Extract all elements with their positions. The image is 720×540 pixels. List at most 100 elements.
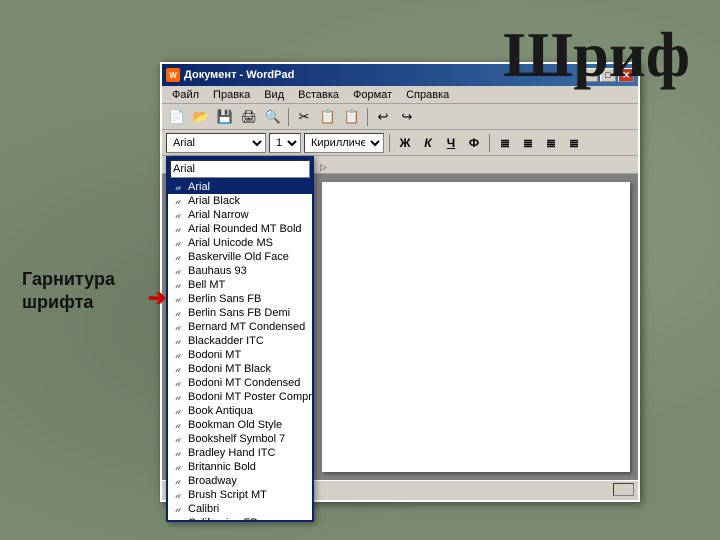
font-list[interactable]: 𝒶Arial𝒶Arial Black𝒶Arial Narrow𝒶Arial Ro… xyxy=(168,180,312,520)
font-list-item[interactable]: 𝒶 Bernard MT Condensed xyxy=(168,320,312,334)
open-button[interactable]: 📂 xyxy=(190,107,212,127)
font-name-label: Californian FB xyxy=(188,517,258,520)
page-title: Шриф xyxy=(503,18,690,92)
font-name-label: Bodoni MT Condensed xyxy=(188,377,300,389)
font-type-icon: 𝒶 xyxy=(172,181,184,193)
font-type-icon: 𝒶 xyxy=(172,503,184,515)
redo-button[interactable]: ↪ xyxy=(396,107,418,127)
font-type-icon: 𝒶 xyxy=(172,293,184,305)
format-separator xyxy=(389,134,390,152)
font-list-item[interactable]: 𝒶Arial xyxy=(168,180,312,194)
print-button[interactable]: 🖨 xyxy=(238,107,260,127)
font-list-item[interactable]: 𝒶Arial Rounded MT Bold xyxy=(168,222,312,236)
toolbar-separator-2 xyxy=(367,108,368,126)
font-name-label: Berlin Sans FB Demi xyxy=(188,307,290,319)
font-list-item[interactable]: 𝒶Bauhaus 93 xyxy=(168,264,312,278)
font-type-icon: 𝒶 xyxy=(172,489,184,501)
font-list-item[interactable]: 𝒶Book Antiqua xyxy=(168,404,312,418)
format-bar: Arial 10 Кириллический Ж К Ч Ф ≣ ≣ ≣ ≣ xyxy=(162,130,638,156)
align-left-button[interactable]: ≣ xyxy=(495,133,515,153)
font-list-item[interactable]: 𝒶 Calibri xyxy=(168,502,312,516)
font-list-item[interactable]: 𝒶 Blackadder ITC xyxy=(168,334,312,348)
font-list-item[interactable]: 𝒶Bookshelf Symbol 7 xyxy=(168,432,312,446)
undo-button[interactable]: ↩ xyxy=(372,107,394,127)
font-type-icon: 𝒶 xyxy=(172,363,184,375)
align-center-button[interactable]: ≣ xyxy=(518,133,538,153)
font-list-item[interactable]: 𝒶 Bodoni MT xyxy=(168,348,312,362)
font-name-label: Blackadder ITC xyxy=(188,335,264,347)
font-list-item[interactable]: 𝒶Bodoni MT Condensed xyxy=(168,376,312,390)
app-icon: W xyxy=(166,68,180,82)
new-button[interactable]: 📄 xyxy=(166,107,188,127)
font-select[interactable]: Arial xyxy=(166,133,266,153)
font-list-item[interactable]: 𝒶 Bodoni MT Black xyxy=(168,362,312,376)
align-right-button[interactable]: ≣ xyxy=(541,133,561,153)
font-list-item[interactable]: 𝒶Baskerville Old Face xyxy=(168,250,312,264)
font-type-icon: 𝒶 xyxy=(172,447,184,459)
menu-edit[interactable]: Правка xyxy=(207,88,256,102)
font-name-label: Brush Script MT xyxy=(188,489,267,501)
font-type-icon: 𝒶 xyxy=(172,251,184,263)
paste-button[interactable]: 📋 xyxy=(341,107,363,127)
font-type-icon: 𝒶 xyxy=(172,405,184,417)
font-list-item[interactable]: 𝒶 Arial Narrow xyxy=(168,208,312,222)
list-button[interactable]: ≣ xyxy=(564,133,584,153)
font-list-item[interactable]: 𝒶Britannic Bold xyxy=(168,460,312,474)
font-name-label: Bernard MT Condensed xyxy=(188,321,305,333)
font-type-icon: 𝒶 xyxy=(172,237,184,249)
menu-view[interactable]: Вид xyxy=(258,88,290,102)
main-area: ◁ 5 6 7 8 9 10 11 12 13 14 15 ▷ 𝒶Ar xyxy=(162,156,638,480)
font-type-icon: 𝒶 xyxy=(172,223,184,235)
font-list-item[interactable]: 𝒶Bell MT xyxy=(168,278,312,292)
encoding-select[interactable]: Кириллический xyxy=(304,133,384,153)
italic-button[interactable]: К xyxy=(418,133,438,153)
font-search-input[interactable] xyxy=(170,160,310,178)
cut-button[interactable]: ✂ xyxy=(293,107,315,127)
font-input-row xyxy=(168,158,312,180)
font-list-item[interactable]: 𝒶 Bradley Hand ITC xyxy=(168,446,312,460)
menu-file[interactable]: Файл xyxy=(166,88,205,102)
font-type-icon: 𝒶 xyxy=(172,517,184,520)
font-list-item[interactable]: 𝒶 Berlin Sans FB Demi xyxy=(168,306,312,320)
font-type-icon: 𝒶 xyxy=(172,349,184,361)
font-list-item[interactable]: 𝒶Bookman Old Style xyxy=(168,418,312,432)
font-list-item[interactable]: 𝒶 Californian FB xyxy=(168,516,312,520)
font-type-icon: 𝒶 xyxy=(172,475,184,487)
bold-button[interactable]: Ж xyxy=(395,133,415,153)
font-name-label: Bookshelf Symbol 7 xyxy=(188,433,285,445)
font-size-select[interactable]: 10 xyxy=(269,133,301,153)
status-panel-2 xyxy=(613,483,634,496)
font-list-item[interactable]: 𝒶Arial Unicode MS xyxy=(168,236,312,250)
menu-insert[interactable]: Вставка xyxy=(292,88,345,102)
font-type-icon: 𝒶 xyxy=(172,321,184,333)
document-page[interactable] xyxy=(322,182,630,472)
copy-button[interactable]: 📋 xyxy=(317,107,339,127)
font-type-icon: 𝒶 xyxy=(172,209,184,221)
font-list-item[interactable]: 𝒶Arial Black xyxy=(168,194,312,208)
menu-format[interactable]: Формат xyxy=(347,88,398,102)
toolbar: 📄 📂 💾 🖨 🔍 ✂ 📋 📋 ↩ ↪ xyxy=(162,104,638,130)
font-type-icon: 𝒶 xyxy=(172,307,184,319)
font-name-label: Calibri xyxy=(188,503,219,515)
font-name-label: Bodoni MT xyxy=(188,349,241,361)
save-button[interactable]: 💾 xyxy=(214,107,236,127)
font-type-icon: 𝒶 xyxy=(172,335,184,347)
arrow-icon: ➔ xyxy=(148,285,166,311)
underline-button[interactable]: Ч xyxy=(441,133,461,153)
font-name-label: Broadway xyxy=(188,475,237,487)
font-list-item[interactable]: 𝒶 Broadway xyxy=(168,474,312,488)
font-list-item[interactable]: 𝒶Bodoni MT Poster Compr xyxy=(168,390,312,404)
menu-help[interactable]: Справка xyxy=(400,88,455,102)
toolbar-separator xyxy=(288,108,289,126)
font-name-label: Bodoni MT Black xyxy=(188,363,271,375)
strikethrough-button[interactable]: Ф xyxy=(464,133,484,153)
font-list-item[interactable]: 𝒶Berlin Sans FB xyxy=(168,292,312,306)
font-name-label: Bookman Old Style xyxy=(188,419,282,431)
font-type-icon: 𝒶 xyxy=(172,461,184,473)
font-name-label: Arial Narrow xyxy=(188,209,249,221)
font-name-label: Bradley Hand ITC xyxy=(188,447,275,459)
print-preview-button[interactable]: 🔍 xyxy=(262,107,284,127)
font-type-icon: 𝒶 xyxy=(172,391,184,403)
font-list-item[interactable]: 𝒶 Brush Script MT xyxy=(168,488,312,502)
font-name-label: Arial Black xyxy=(188,195,240,207)
